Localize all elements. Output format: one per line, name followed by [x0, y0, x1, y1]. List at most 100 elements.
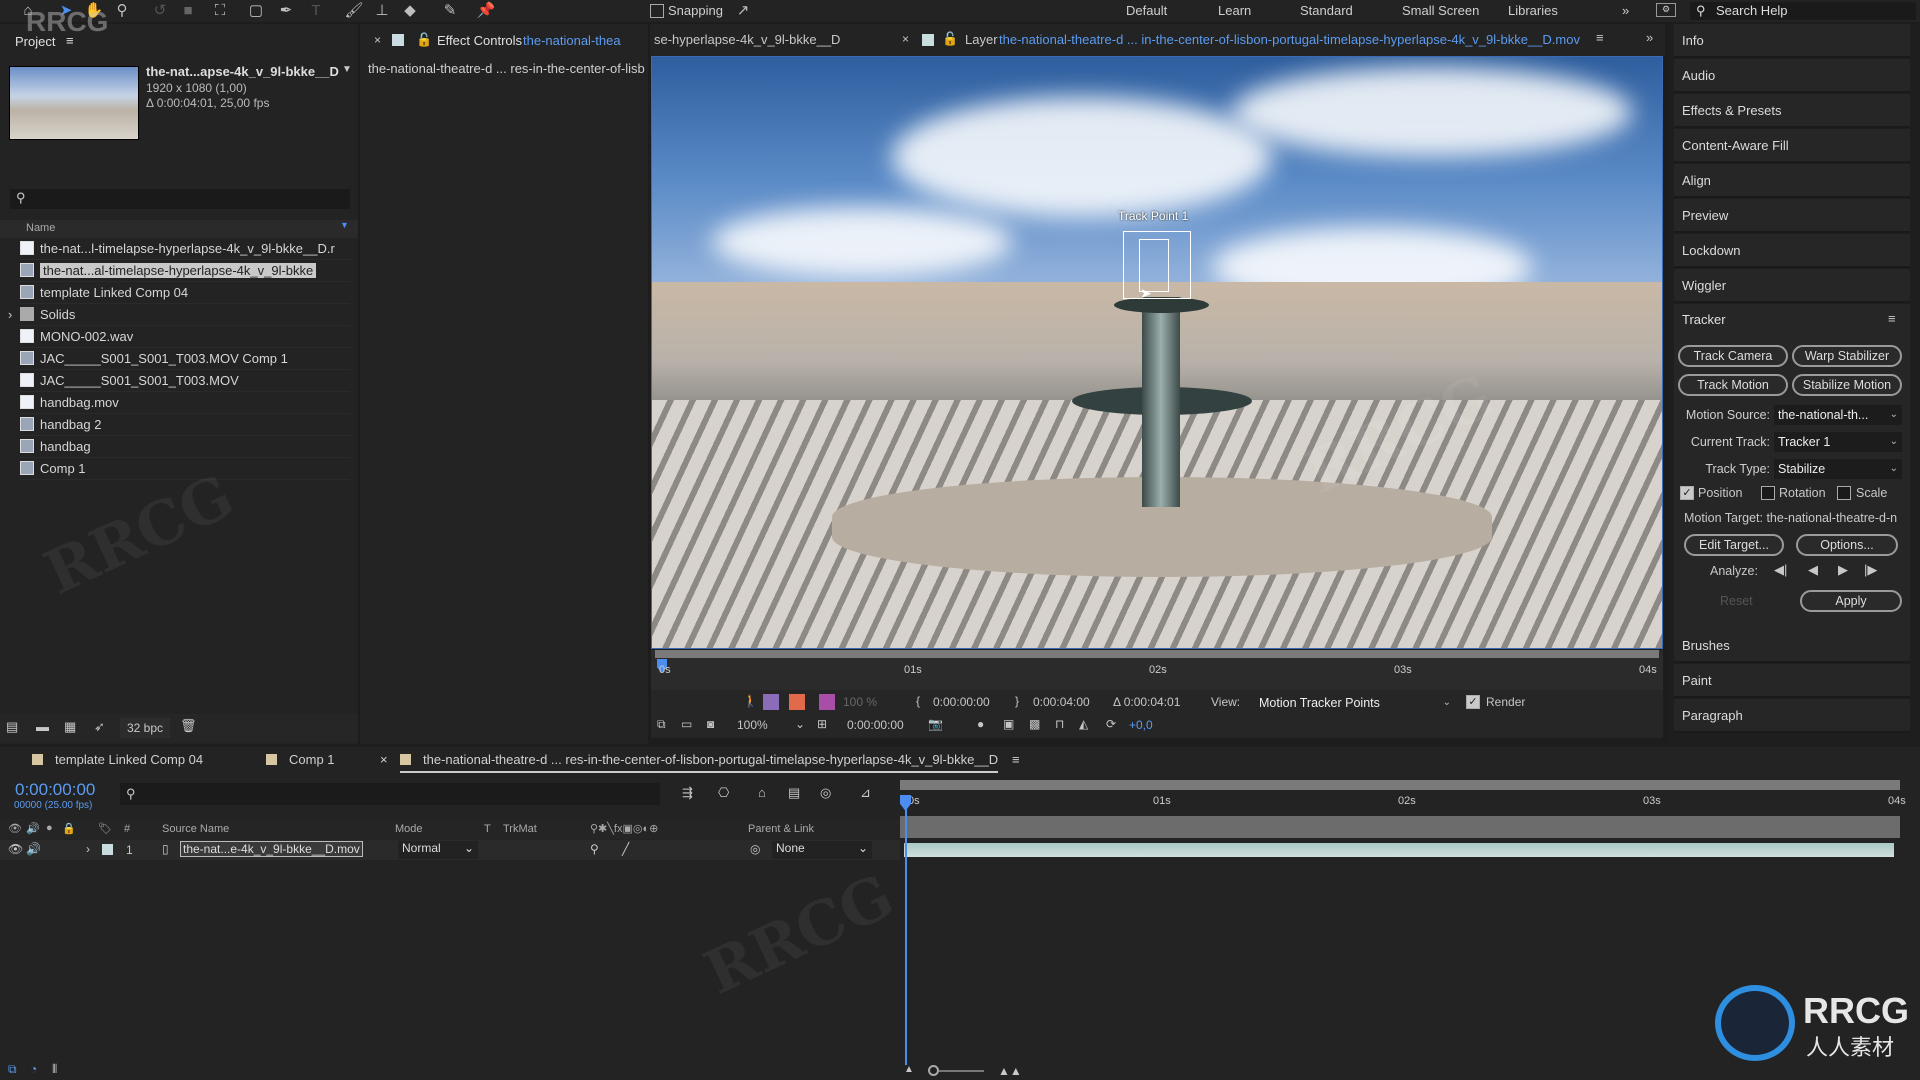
motion-blur-icon[interactable]: ◎: [820, 785, 831, 801]
brush-tool-icon[interactable]: 🖌: [344, 2, 364, 20]
layer-mode-dropdown[interactable]: Normal ⌄: [398, 841, 478, 859]
track-type-dropdown[interactable]: Stabilize ⌄: [1774, 459, 1902, 479]
monitor-icon[interactable]: ▭: [681, 717, 692, 731]
lock-icon[interactable]: 🔒: [62, 822, 76, 835]
camera-tool-icon[interactable]: ■: [178, 2, 198, 20]
graph-editor-icon[interactable]: ⊿: [860, 785, 871, 801]
eraser-icon[interactable]: ◆: [400, 2, 420, 20]
panel-wiggler[interactable]: Wiggler: [1674, 269, 1910, 303]
item-dropdown-icon[interactable]: ▼: [342, 64, 352, 75]
new-comp-icon[interactable]: ▦: [64, 719, 76, 735]
project-item[interactable]: template Linked Comp 04: [20, 282, 350, 304]
effect-controls-layer-link[interactable]: the-national-thea: [523, 33, 621, 48]
current-track-dropdown[interactable]: Tracker 1 ⌄: [1774, 432, 1902, 452]
timeline-work-area[interactable]: [900, 780, 1900, 790]
exposure-value[interactable]: +0,0: [1129, 718, 1153, 732]
project-search-input[interactable]: ⚲: [10, 189, 350, 209]
workspace-learn[interactable]: Learn: [1218, 3, 1251, 18]
audio-toggle-icon[interactable]: 🔊: [26, 822, 40, 835]
quality-switch-icon[interactable]: ╱: [622, 842, 629, 856]
analyze-forward-all-icon[interactable]: |▶: [1864, 562, 1877, 578]
project-item[interactable]: handbag.mov: [20, 392, 350, 414]
project-item[interactable]: handbag: [20, 436, 350, 458]
mask-visibility-icon[interactable]: ◙: [707, 717, 714, 731]
reset-button[interactable]: Reset: [1720, 594, 1753, 608]
panel-paragraph[interactable]: Paragraph: [1674, 699, 1910, 733]
interpret-footage-icon[interactable]: ▤: [6, 719, 18, 735]
puppet-pin-icon[interactable]: 📌: [476, 2, 496, 20]
timeline-tab-template-linked-comp-04[interactable]: template Linked Comp 04: [32, 752, 203, 767]
panel-preview[interactable]: Preview: [1674, 199, 1910, 233]
timeline-navigator-bar[interactable]: [900, 816, 1900, 838]
workspace-standard[interactable]: Standard: [1300, 3, 1353, 18]
panel-info[interactable]: Info: [1674, 24, 1910, 58]
zoom-chevron-icon[interactable]: ⌄: [795, 717, 805, 731]
panel-menu-icon[interactable]: ≡: [1012, 752, 1020, 767]
more-workspaces-icon[interactable]: »: [1622, 3, 1629, 18]
rectangle-tool-icon[interactable]: ▢: [246, 2, 266, 20]
project-item[interactable]: JAC_____S001_S001_T003.MOV Comp 1: [20, 348, 350, 370]
position-checkbox[interactable]: ✓: [1680, 486, 1694, 500]
clone-stamp-icon[interactable]: ⊥: [372, 2, 392, 20]
timeline-tab-comp-1[interactable]: Comp 1: [266, 752, 335, 767]
track-camera-button[interactable]: Track Camera: [1678, 345, 1788, 367]
workspace-libraries[interactable]: Libraries: [1508, 3, 1558, 18]
lock-icon[interactable]: 🔓: [942, 31, 958, 47]
in-out-toggle-icon[interactable]: ⦀: [52, 1062, 57, 1077]
current-time-readout[interactable]: 0:00:00:00: [847, 718, 904, 732]
layer-viewer[interactable]: Track Point 1 ➤: [651, 56, 1663, 649]
3d-view-icon[interactable]: ⊓: [1055, 717, 1064, 731]
parent-pickwhip-icon[interactable]: ◎: [750, 842, 760, 856]
panel-menu-icon[interactable]: ≡: [1596, 30, 1604, 45]
sort-icon[interactable]: ▼: [340, 220, 349, 230]
render-checkbox[interactable]: ✓: [1466, 695, 1480, 709]
panel-content-aware-fill[interactable]: Content-Aware Fill: [1674, 129, 1910, 163]
search-help-input[interactable]: ⚲ Search Help: [1690, 2, 1916, 20]
workspace-default[interactable]: Default: [1126, 3, 1167, 18]
opacity-value[interactable]: 100 %: [843, 695, 877, 709]
label-icon[interactable]: 🏷: [98, 822, 112, 835]
current-time-line[interactable]: [905, 795, 907, 1065]
close-tab-icon[interactable]: ×: [380, 752, 388, 767]
timeline-zoom-slider[interactable]: [928, 1065, 984, 1076]
column-name[interactable]: Name: [26, 222, 55, 234]
comp-viewer-tab[interactable]: se-hyperlapse-4k_v_9l-bkke__D: [654, 32, 840, 47]
stabilize-motion-button[interactable]: Stabilize Motion: [1792, 374, 1902, 396]
lock-icon[interactable]: 🔓: [416, 32, 432, 48]
video-toggle-icon[interactable]: 👁: [8, 842, 23, 856]
apply-button[interactable]: Apply: [1800, 590, 1902, 612]
panel-brushes[interactable]: Brushes: [1674, 629, 1910, 663]
onion-skin-icon[interactable]: 🚶: [743, 694, 758, 708]
project-item[interactable]: Comp 1: [20, 458, 350, 480]
pen-tool-icon[interactable]: ✒: [276, 2, 296, 20]
snapping-checkbox[interactable]: [650, 4, 664, 18]
in-point-time[interactable]: 0:00:00:00: [933, 695, 990, 709]
delete-icon[interactable]: 🗑: [180, 718, 197, 734]
timeline-search-input[interactable]: ⚲: [120, 783, 660, 805]
motion-source-dropdown[interactable]: the-national-th... ⌄: [1774, 405, 1902, 425]
render-queue-icon[interactable]: ➶: [94, 719, 105, 735]
panel-menu-icon[interactable]: ≡: [1888, 311, 1896, 326]
scale-checkbox[interactable]: [1837, 486, 1851, 500]
snap-options-icon[interactable]: ↗: [733, 2, 753, 20]
reset-exposure-icon[interactable]: ⟳: [1106, 717, 1116, 731]
audio-toggle-icon[interactable]: 🔊: [26, 842, 41, 856]
pan-behind-icon[interactable]: ⛶: [210, 2, 230, 20]
layer-time-ruler[interactable]: 0s 01s 02s 03s 04s: [651, 650, 1663, 690]
fit-icon[interactable]: ⊞: [817, 717, 827, 731]
color-swatch-orange[interactable]: [789, 694, 805, 710]
analyze-backward-frame-icon[interactable]: ◀: [1808, 562, 1818, 578]
panel-paint[interactable]: Paint: [1674, 664, 1910, 698]
bit-depth-button[interactable]: 32 bpc: [120, 718, 170, 738]
edit-target-button[interactable]: Edit Target...: [1684, 534, 1784, 556]
layer-viewer-tab[interactable]: the-national-theatre-d ... in-the-center…: [999, 32, 1580, 47]
column-source-name[interactable]: Source Name: [162, 823, 229, 835]
layer-duration-bar[interactable]: [904, 843, 1894, 857]
layer-label-color[interactable]: [102, 844, 113, 855]
in-point-icon[interactable]: {: [916, 694, 920, 708]
region-of-interest-icon[interactable]: ▣: [1003, 717, 1014, 731]
zoom-slider-handle[interactable]: [928, 1065, 939, 1076]
expand-icon[interactable]: ›: [8, 304, 12, 326]
panel-lockdown[interactable]: Lockdown: [1674, 234, 1910, 268]
timeline-tab-active[interactable]: the-national-theatre-d ... res-in-the-ce…: [400, 752, 999, 773]
